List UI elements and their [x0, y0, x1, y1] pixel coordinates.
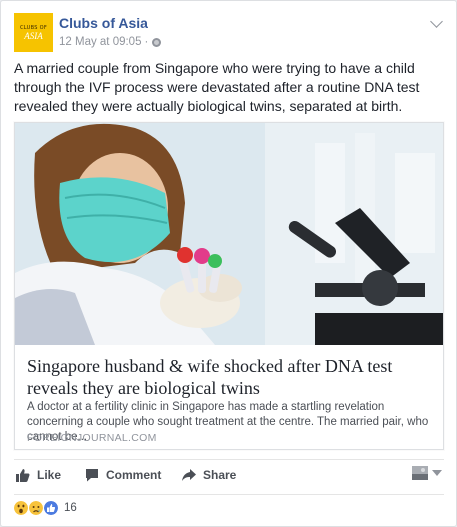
comment-button[interactable]: Comment — [85, 468, 161, 482]
logo-text-bottom: ASIA — [24, 30, 43, 41]
link-title[interactable]: Singapore husband & wife shocked after D… — [27, 355, 427, 399]
reaction-count[interactable]: 16 — [64, 502, 77, 514]
share-arrow-icon — [182, 469, 196, 481]
lab-scientist-photo — [15, 123, 443, 345]
viewer-avatar-icon — [412, 466, 428, 480]
post-header: CLUBS OF ASIA Clubs of Asia 12 May at 09… — [14, 13, 444, 53]
sad-icon — [29, 501, 43, 515]
like-button[interactable]: Like — [16, 468, 61, 482]
comment-icon — [86, 469, 98, 482]
caret-down-icon — [432, 470, 442, 476]
post-timestamp[interactable]: 12 May at 09:05 — [59, 36, 141, 48]
post-meta: 12 May at 09:05 · — [59, 36, 162, 48]
public-globe-icon[interactable] — [152, 37, 162, 47]
wow-icon — [14, 501, 28, 515]
share-button[interactable]: Share — [182, 468, 236, 482]
viewer-selector[interactable] — [412, 466, 442, 480]
page-name-link[interactable]: Clubs of Asia — [59, 15, 148, 31]
post-options-chevron-icon[interactable] — [430, 15, 443, 28]
like-icon — [44, 501, 58, 515]
share-label: Share — [203, 468, 237, 482]
like-label: Like — [37, 468, 62, 482]
comment-label: Comment — [106, 468, 162, 482]
link-domain: FOREIGNJOURNAL.COM — [27, 432, 157, 444]
reactions-bar[interactable]: 16 — [14, 494, 444, 521]
meta-separator: · — [144, 36, 149, 48]
post-card: CLUBS OF ASIA Clubs of Asia 12 May at 09… — [0, 0, 457, 527]
thumbs-up-icon — [16, 469, 30, 482]
link-preview-body[interactable]: Singapore husband & wife shocked after D… — [15, 345, 443, 449]
link-preview-card[interactable]: Singapore husband & wife shocked after D… — [14, 122, 444, 450]
page-avatar[interactable]: CLUBS OF ASIA — [14, 13, 53, 52]
link-preview-image[interactable] — [15, 123, 443, 345]
post-actions-bar: Like Comment Share — [14, 459, 444, 490]
post-text: A married couple from Singapore who were… — [14, 60, 420, 114]
